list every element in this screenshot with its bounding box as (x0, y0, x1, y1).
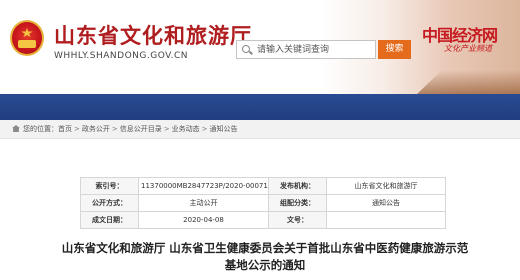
search-button[interactable]: 搜索 (378, 40, 411, 59)
org-value: 山东省文化和旅游厅 (326, 177, 446, 195)
national-emblem-icon (10, 20, 44, 56)
date-value: 2020-04-08 (138, 211, 269, 229)
breadcrumb-prefix: 您的位置： (23, 125, 58, 133)
home-icon (12, 125, 20, 132)
article-title: 山东省文化和旅游厅 山东省卫生健康委员会关于首批山东省中医药健康旅游示范 基地公… (60, 240, 470, 274)
partner-logo[interactable]: 中国经济网 文化产业频道 (422, 22, 518, 56)
table-row: 索引号： 11370000MB2847723P/2020-00071 发布机构：… (80, 177, 446, 195)
search-icon (242, 45, 250, 53)
docno-value (326, 211, 446, 229)
document-info-table: 索引号： 11370000MB2847723P/2020-00071 发布机构：… (80, 177, 446, 229)
index-value: 11370000MB2847723P/2020-00071 (138, 177, 269, 195)
breadcrumb-separator: > (201, 125, 208, 133)
breadcrumb: 您的位置：首页 > 政务公开 > 信息公开目录 > 业务动态 > 通知公告 (0, 120, 520, 139)
method-label: 公开方式： (80, 194, 139, 212)
date-label: 成文日期： (80, 211, 139, 229)
category-label: 组配分类： (268, 194, 327, 212)
index-label: 索引号： (80, 177, 139, 195)
site-title[interactable]: 山东省文化和旅游厅 (54, 20, 252, 50)
breadcrumb-notices[interactable]: 通知公告 (210, 125, 238, 133)
method-value: 主动公开 (138, 194, 269, 212)
breadcrumb-separator: > (74, 125, 80, 133)
partner-subtitle: 文化产业频道 (444, 44, 492, 53)
docno-label: 文号： (268, 211, 327, 229)
article-title-line2: 基地公示的通知 (224, 258, 306, 272)
breadcrumb-gov-affairs[interactable]: 政务公开 (82, 125, 110, 133)
page: 山东省文化和旅游厅 WHHLY.SHANDONG.GOV.CN 搜索 中国经济网… (0, 0, 520, 280)
table-row: 公开方式： 主动公开 组配分类： 通知公告 (80, 194, 446, 212)
nav-banner (0, 94, 520, 120)
search-input[interactable] (257, 42, 373, 57)
article-title-line1: 山东省文化和旅游厅 山东省卫生健康委员会关于首批山东省中医药健康旅游示范 (61, 241, 469, 255)
breadcrumb-info-catalog[interactable]: 信息公开目录 (120, 125, 162, 133)
breadcrumb-separator: > (111, 125, 118, 133)
breadcrumb-home[interactable]: 首页 (58, 125, 72, 133)
table-row: 成文日期： 2020-04-08 文号： (80, 211, 446, 229)
breadcrumb-business-news[interactable]: 业务动态 (172, 125, 200, 133)
org-label: 发布机构： (268, 177, 327, 195)
breadcrumb-separator: > (163, 125, 170, 133)
search-box[interactable] (236, 40, 376, 59)
category-value: 通知公告 (326, 194, 446, 212)
site-domain: WHHLY.SHANDONG.GOV.CN (54, 51, 189, 61)
